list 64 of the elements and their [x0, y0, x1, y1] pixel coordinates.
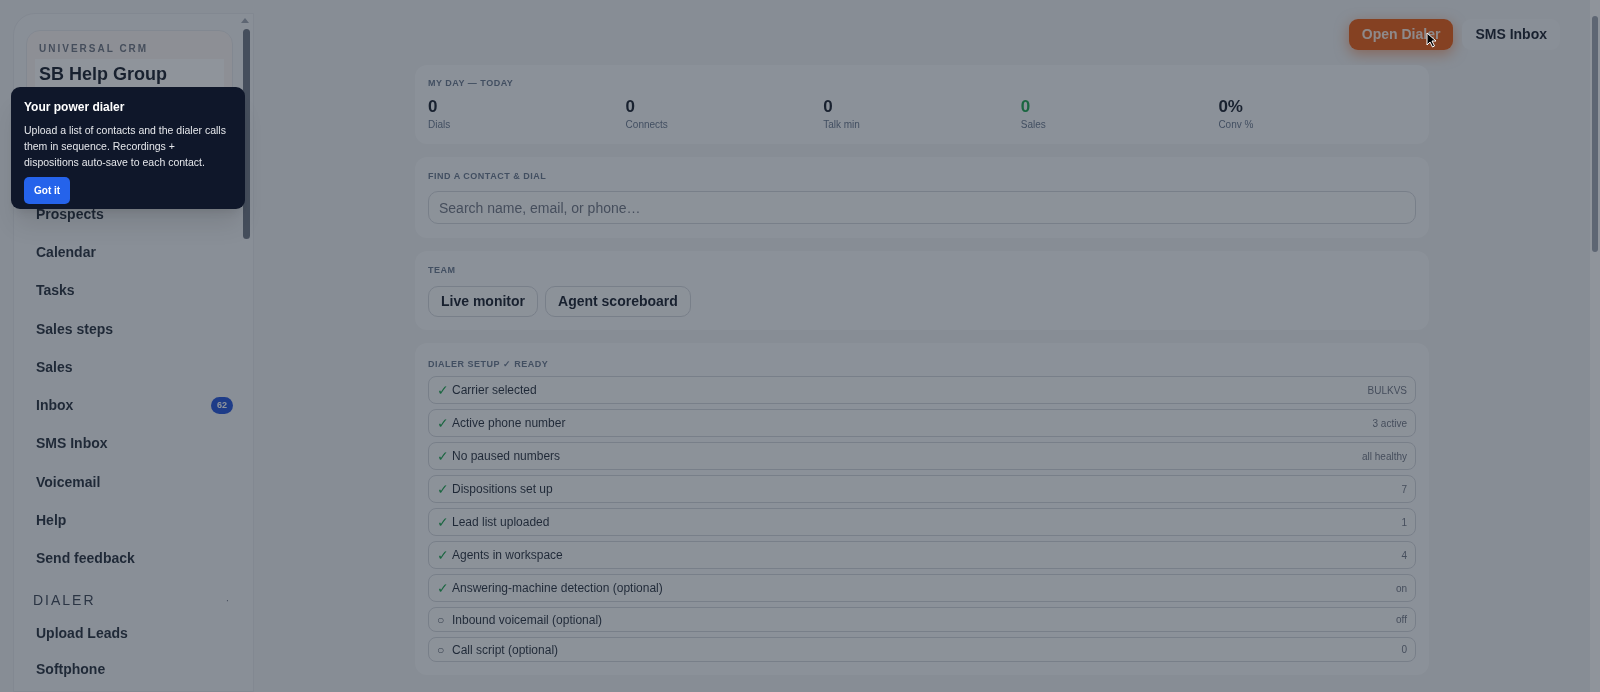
nav-item[interactable]: Send feedback: [36, 548, 135, 570]
check-icon: ✓: [437, 511, 447, 533]
nav-item[interactable]: Calendar: [36, 241, 96, 263]
step-label: No paused numbers: [452, 448, 561, 465]
tooltip-text: Upload a list of contacts and the dialer calls them in sequence. Recordings + dispositions auto-save to each contact.: [24, 123, 227, 170]
check-icon: ✓: [437, 577, 447, 599]
step-value: off: [1396, 613, 1407, 627]
step-value: 7: [1401, 482, 1407, 497]
step-label: Call script (optional): [452, 641, 559, 659]
step-value: BULKVS: [1367, 383, 1407, 398]
stat-value: 0: [823, 96, 834, 117]
nav-item[interactable]: Help: [36, 510, 67, 531]
stat-value: 0: [428, 96, 439, 117]
scrollbar-arrow-icon[interactable]: [241, 18, 249, 23]
nav-item[interactable]: SMS Inbox: [36, 433, 108, 455]
nav-item[interactable]: Upload Leads: [36, 623, 128, 645]
stat-label: Sales: [1020, 117, 1047, 132]
card-title: TEAM: [428, 264, 457, 277]
step-label: Dispositions set up: [452, 481, 553, 498]
step-label: Agents in workspace: [452, 547, 563, 564]
nav-item[interactable]: Inbox: [36, 395, 74, 417]
step-value: all healthy: [1361, 449, 1407, 464]
step-label: Carrier selected: [452, 382, 537, 399]
stat-value: 0: [1020, 96, 1032, 117]
check-icon: ✓: [437, 445, 447, 467]
card-title: DIALER SETUP ✓ READY: [428, 357, 550, 371]
card-title: MY DAY — TODAY: [428, 77, 515, 90]
step-label: Answering-machine detection (optional): [452, 580, 663, 597]
step-value: 0: [1401, 643, 1407, 657]
check-icon: ✓: [437, 544, 447, 566]
stat-label: Connects: [625, 117, 669, 132]
check-icon: ✓: [437, 412, 447, 434]
step-value: 3 active: [1372, 416, 1407, 431]
nav-item[interactable]: Sales: [36, 356, 73, 378]
section-heading: DIALER: [33, 591, 96, 611]
step-value: 1: [1401, 515, 1407, 530]
tooltip-title: Your power dialer: [24, 99, 126, 116]
check-icon: ✓: [437, 379, 447, 401]
check-icon: ✓: [437, 478, 447, 500]
nav-item[interactable]: Softphone: [36, 659, 106, 681]
nav-item[interactable]: Voicemail: [36, 471, 101, 493]
brand-label: UNIVERSAL CRM: [38, 42, 150, 56]
team-button[interactable]: Live monitor: [428, 285, 538, 317]
step-label: Active phone number: [452, 415, 566, 432]
stat-label: Talk min: [823, 117, 861, 132]
stat-value: 0: [625, 96, 637, 117]
step-label: Lead list uploaded: [452, 514, 550, 531]
pending-icon: ○: [437, 640, 447, 659]
scrollbar-thumb[interactable]: [1592, 16, 1598, 252]
nav-item[interactable]: Sales steps: [36, 318, 114, 340]
stat-label: Conv %: [1218, 117, 1255, 132]
nav-item[interactable]: Tasks: [36, 280, 75, 302]
got-it-button[interactable]: Got it: [24, 177, 71, 204]
section-marker: ·: [225, 594, 229, 609]
count-badge: 62: [211, 396, 233, 415]
step-label: Inbound voicemail (optional): [452, 611, 603, 629]
step-value: 4: [1401, 548, 1407, 563]
stat-label: Dials: [428, 117, 452, 132]
card-title: FIND A CONTACT & DIAL: [428, 169, 548, 183]
pending-icon: ○: [437, 610, 447, 629]
stat-value: 0%: [1218, 96, 1244, 117]
step-value: on: [1395, 581, 1407, 596]
search-field[interactable]: Search name, email, or phone…: [428, 191, 1416, 224]
team-button[interactable]: Agent scoreboard: [545, 285, 691, 317]
